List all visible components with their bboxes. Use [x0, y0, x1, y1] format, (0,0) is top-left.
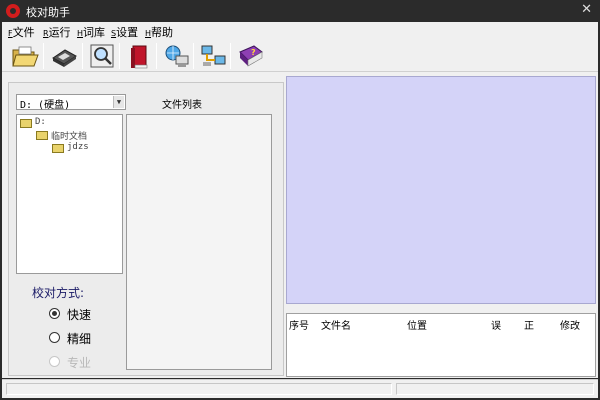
check-mode-title: 校对方式:	[32, 286, 85, 300]
column-header[interactable]: 序号	[289, 317, 309, 332]
toolbar-separator	[193, 43, 194, 69]
file-list[interactable]	[126, 114, 272, 370]
toolbar-separator	[43, 43, 44, 69]
folder-icon	[52, 144, 64, 153]
radio-indicator	[49, 332, 60, 343]
toolbar: ?	[2, 39, 598, 72]
menu-settings[interactable]: S设置	[111, 24, 138, 40]
radio-indicator	[49, 308, 60, 319]
svg-text:?: ?	[251, 48, 256, 57]
drive-select-value: D: (硬盘)	[20, 100, 71, 111]
column-header[interactable]: 正	[524, 317, 534, 332]
toolbar-separator	[156, 43, 157, 69]
menu-run[interactable]: R运行	[43, 24, 71, 40]
folder-icon	[36, 131, 48, 140]
status-cell	[396, 383, 594, 395]
results-table[interactable]: 序号 文件名 位置 误 正 修改	[286, 313, 596, 377]
toolbar-separator	[230, 43, 231, 69]
folder-icon	[20, 119, 32, 128]
computers-network-icon[interactable]	[199, 42, 229, 70]
status-bar	[2, 379, 598, 398]
open-folder-icon[interactable]	[10, 42, 40, 70]
book-icon[interactable]	[125, 42, 155, 70]
title-bar: 校对助手 ✕	[0, 0, 600, 22]
status-cell	[6, 383, 392, 395]
network-globe-icon[interactable]	[162, 42, 192, 70]
column-header[interactable]: 修改	[560, 317, 580, 332]
toolbar-separator	[82, 43, 83, 69]
file-list-label: 文件列表	[162, 100, 202, 111]
document-preview-area[interactable]	[286, 76, 596, 304]
radio-indicator	[49, 356, 60, 367]
menu-help[interactable]: H帮助	[145, 24, 173, 40]
menu-bar: F文件 R运行 H词库 S设置 H帮助	[2, 22, 598, 39]
app-logo-icon	[6, 4, 20, 18]
window-title: 校对助手	[26, 6, 70, 19]
save-disk-icon[interactable]	[49, 42, 79, 70]
directory-tree[interactable]: D: 临时文档 jdzs	[16, 114, 123, 274]
menu-file[interactable]: F文件	[8, 24, 35, 40]
column-header[interactable]: 误	[491, 317, 501, 332]
chevron-down-icon[interactable]: ▼	[113, 96, 124, 108]
column-header[interactable]: 位置	[407, 317, 427, 332]
close-icon[interactable]: ✕	[581, 2, 592, 17]
menu-lexicon[interactable]: H词库	[77, 24, 105, 40]
help-book-icon[interactable]: ?	[236, 42, 266, 70]
column-header[interactable]: 文件名	[321, 317, 351, 332]
toolbar-separator	[119, 43, 120, 69]
drive-select[interactable]: D: (硬盘) ▼	[16, 94, 126, 111]
search-magnifier-icon[interactable]	[88, 42, 118, 70]
